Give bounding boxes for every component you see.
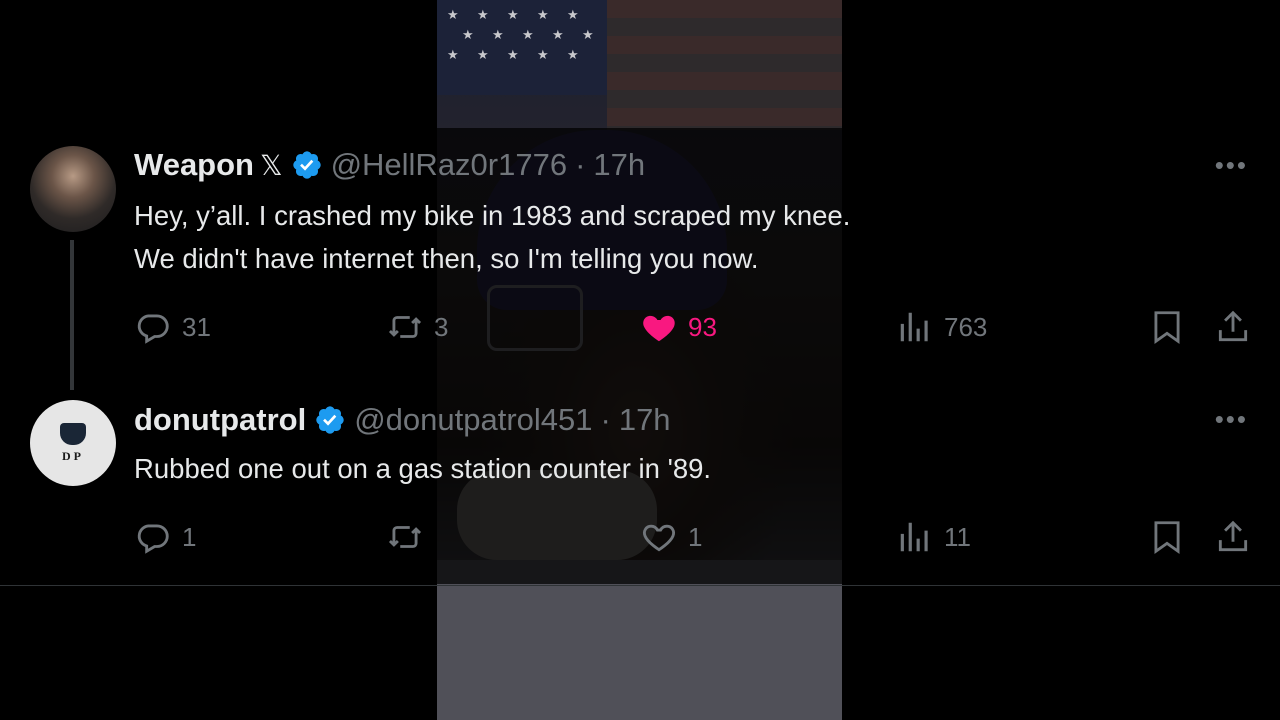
hoodie xyxy=(437,560,842,720)
tweet-text-line-2: We didn't have internet then, so I'm tel… xyxy=(134,243,759,274)
views-count: 11 xyxy=(944,521,971,552)
avatar-text: DP xyxy=(62,448,84,463)
bookmark-icon xyxy=(1154,521,1180,555)
reply-icon xyxy=(137,524,169,554)
retweet-icon xyxy=(388,316,422,338)
avatar[interactable] xyxy=(30,146,116,232)
retweet-button[interactable]: 3 xyxy=(386,308,448,346)
divider xyxy=(0,585,1280,586)
share-icon xyxy=(1218,520,1248,552)
reply-count: 31 xyxy=(182,311,211,342)
heart-icon xyxy=(643,315,675,342)
retweet-count: 3 xyxy=(434,311,449,342)
views-icon xyxy=(900,522,928,552)
display-name[interactable]: Weapon xyxy=(134,147,254,183)
retweet-icon xyxy=(388,526,422,548)
display-name[interactable]: donutpatrol xyxy=(134,402,306,438)
separator: · xyxy=(575,147,586,182)
more-horizontal-icon[interactable]: ••• xyxy=(1215,150,1248,181)
views-icon xyxy=(900,312,928,342)
views-count: 763 xyxy=(944,311,988,342)
reply-button[interactable]: 31 xyxy=(134,308,211,346)
bookmark-button[interactable] xyxy=(1148,518,1186,556)
tweet-text-line-1: Hey, y’all. I crashed my bike in 1983 an… xyxy=(134,200,851,231)
tweet-header: donutpatrol @donutpatrol451 · 17h xyxy=(134,402,671,438)
tweet-text: Rubbed one out on a gas station counter … xyxy=(134,447,1134,490)
verified-badge-icon xyxy=(292,151,321,179)
like-count: 93 xyxy=(688,311,717,342)
heart-icon xyxy=(643,524,675,552)
avatar[interactable]: DP xyxy=(30,400,116,486)
reply-icon xyxy=(137,314,169,344)
flag-stars: ★ ★ ★ ★ ★ ★ ★ ★ ★ ★ ★ ★ ★ ★ ★ xyxy=(437,0,607,95)
timestamp[interactable]: 17h xyxy=(593,147,645,183)
action-bar: 1 1 11 xyxy=(0,518,1280,558)
like-button[interactable]: 1 xyxy=(640,518,702,556)
reply-count: 1 xyxy=(182,521,197,552)
like-button[interactable]: 93 xyxy=(640,308,717,346)
views-button[interactable]: 11 xyxy=(896,518,971,556)
verified-badge-icon xyxy=(316,406,344,434)
retweet-button[interactable] xyxy=(386,518,434,556)
action-bar: 31 3 93 763 xyxy=(0,308,1280,348)
tweet-text-line-1: Rubbed one out on a gas station counter … xyxy=(134,453,712,484)
bookmark-icon xyxy=(1154,311,1180,345)
more-horizontal-icon[interactable]: ••• xyxy=(1215,404,1248,435)
flag-stripes xyxy=(607,0,842,130)
bookmark-button[interactable] xyxy=(1148,308,1186,346)
tweet-text: Hey, y’all. I crashed my bike in 1983 an… xyxy=(134,194,1134,280)
tweet-header: Weapon 𝕏 @HellRaz0r1776 · 17h xyxy=(134,147,645,183)
share-icon xyxy=(1218,310,1248,342)
views-button[interactable]: 763 xyxy=(896,308,987,346)
timestamp[interactable]: 17h xyxy=(619,402,671,438)
x-logo-icon: 𝕏 xyxy=(260,149,283,181)
handle[interactable]: @donutpatrol451 xyxy=(354,402,592,438)
reply-button[interactable]: 1 xyxy=(134,518,196,556)
separator: · xyxy=(600,402,611,437)
share-button[interactable] xyxy=(1214,518,1252,556)
like-count: 1 xyxy=(688,521,703,552)
share-button[interactable] xyxy=(1214,308,1252,346)
dp-logo-icon xyxy=(60,422,86,445)
handle[interactable]: @HellRaz0r1776 xyxy=(331,147,568,183)
